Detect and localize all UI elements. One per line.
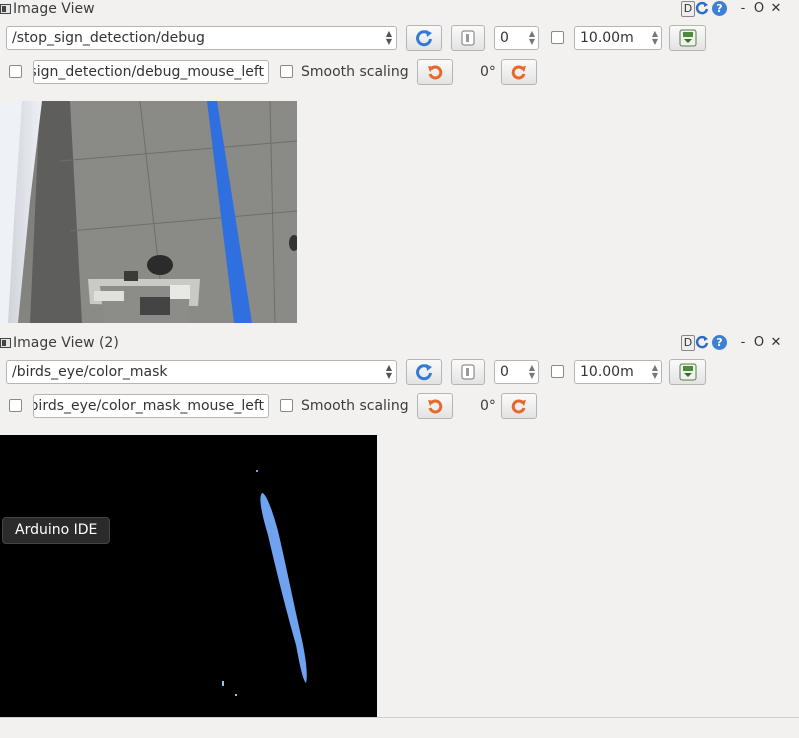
close-icon[interactable]: ✕ [769,335,783,351]
image-view-panel-1: Image View D ? - O ✕ /stop_sign_detectio… [0,0,799,330]
value-spinbox[interactable]: 0 ▲ ▼ [494,26,539,50]
duration-spinbox[interactable]: 10.00m ▲ ▼ [574,26,662,50]
rotate-right-icon [511,399,526,414]
mouse-publish-checkbox[interactable] [9,65,22,78]
image-view-panel-2: Image View (2) D ? - O ✕ /birds_eye/colo… [0,334,799,718]
rotate-right-button[interactable] [501,59,537,85]
panel-title: Image View [13,1,95,17]
close-icon[interactable]: ✕ [769,1,783,17]
rotation-label: 0° [480,398,496,414]
smooth-scaling-checkbox[interactable] [280,65,293,78]
smooth-scaling-checkbox[interactable] [280,399,293,412]
smooth-scaling-label: Smooth scaling [301,398,409,414]
refresh-icon [416,364,432,381]
taskbar-tooltip: Arduino IDE [2,517,111,544]
color-mask-image[interactable] [0,435,377,717]
duration-value: 10.00m [580,364,634,380]
panel-title: Image View (2) [13,335,119,351]
window-bottom-border [0,717,799,718]
rotate-left-button[interactable] [417,59,453,85]
rotate-right-icon [511,65,526,80]
dock-grip-icon[interactable] [0,338,11,348]
reload-plugin-icon[interactable] [695,335,709,351]
save-icon [679,29,696,47]
smooth-scaling-label: Smooth scaling [301,64,409,80]
color-mask-drawing [0,435,377,717]
spin-value: 0 [500,30,509,46]
page-icon [461,364,475,380]
camera-image-drawing [0,101,297,323]
refresh-topics-button[interactable] [406,25,442,51]
combo-arrows-icon: ▲ ▼ [385,363,392,380]
zoom-1-button[interactable] [451,359,485,385]
spin-arrows-icon[interactable]: ▲ ▼ [529,364,535,380]
rotate-left-icon [428,399,443,414]
help-icon[interactable]: ? [712,1,727,16]
float-button[interactable]: O [753,1,765,17]
panel-titlebar[interactable]: Image View D ? - O ✕ [0,0,799,18]
mouse-topic-value: sign_detection/debug_mouse_left [33,64,264,80]
topic-combobox[interactable]: /birds_eye/color_mask ▲ ▼ [6,360,397,384]
duration-checkbox[interactable] [551,31,564,44]
duration-checkbox[interactable] [551,365,564,378]
duration-spinbox[interactable]: 10.00m ▲ ▼ [574,360,662,384]
spin-arrows-icon[interactable]: ▲ ▼ [652,30,658,46]
d-button[interactable]: D [681,335,695,351]
minimize-button[interactable]: - [738,335,748,351]
zoom-1-button[interactable] [451,25,485,51]
minimize-button[interactable]: - [738,1,748,17]
combo-arrows-icon: ▲ ▼ [385,29,392,46]
spin-value: 0 [500,364,509,380]
panel-titlebar[interactable]: Image View (2) D ? - O ✕ [0,334,799,352]
rotate-left-button[interactable] [417,393,453,419]
page-icon [461,30,475,46]
mouse-topic-input[interactable]: birds_eye/color_mask_mouse_left [33,394,269,418]
help-icon[interactable]: ? [712,335,727,350]
camera-image[interactable] [0,101,297,323]
save-image-button[interactable] [669,25,706,51]
refresh-icon [416,30,432,47]
refresh-topics-button[interactable] [406,359,442,385]
spin-arrows-icon[interactable]: ▲ ▼ [652,364,658,380]
topic-value: /birds_eye/color_mask [12,364,168,380]
mouse-publish-checkbox[interactable] [9,399,22,412]
mouse-topic-input[interactable]: sign_detection/debug_mouse_left [33,60,269,84]
value-spinbox[interactable]: 0 ▲ ▼ [494,360,539,384]
reload-plugin-icon[interactable] [695,1,709,17]
save-image-button[interactable] [669,359,706,385]
d-button[interactable]: D [681,1,695,17]
rotate-right-button[interactable] [501,393,537,419]
duration-value: 10.00m [580,30,634,46]
spin-arrows-icon[interactable]: ▲ ▼ [529,30,535,46]
topic-combobox[interactable]: /stop_sign_detection/debug ▲ ▼ [6,26,397,50]
topic-value: /stop_sign_detection/debug [12,30,205,46]
mouse-topic-value: birds_eye/color_mask_mouse_left [33,398,264,414]
dock-grip-icon[interactable] [0,4,11,14]
rotation-label: 0° [480,64,496,80]
float-button[interactable]: O [753,335,765,351]
rotate-left-icon [428,65,443,80]
save-icon [679,363,696,381]
